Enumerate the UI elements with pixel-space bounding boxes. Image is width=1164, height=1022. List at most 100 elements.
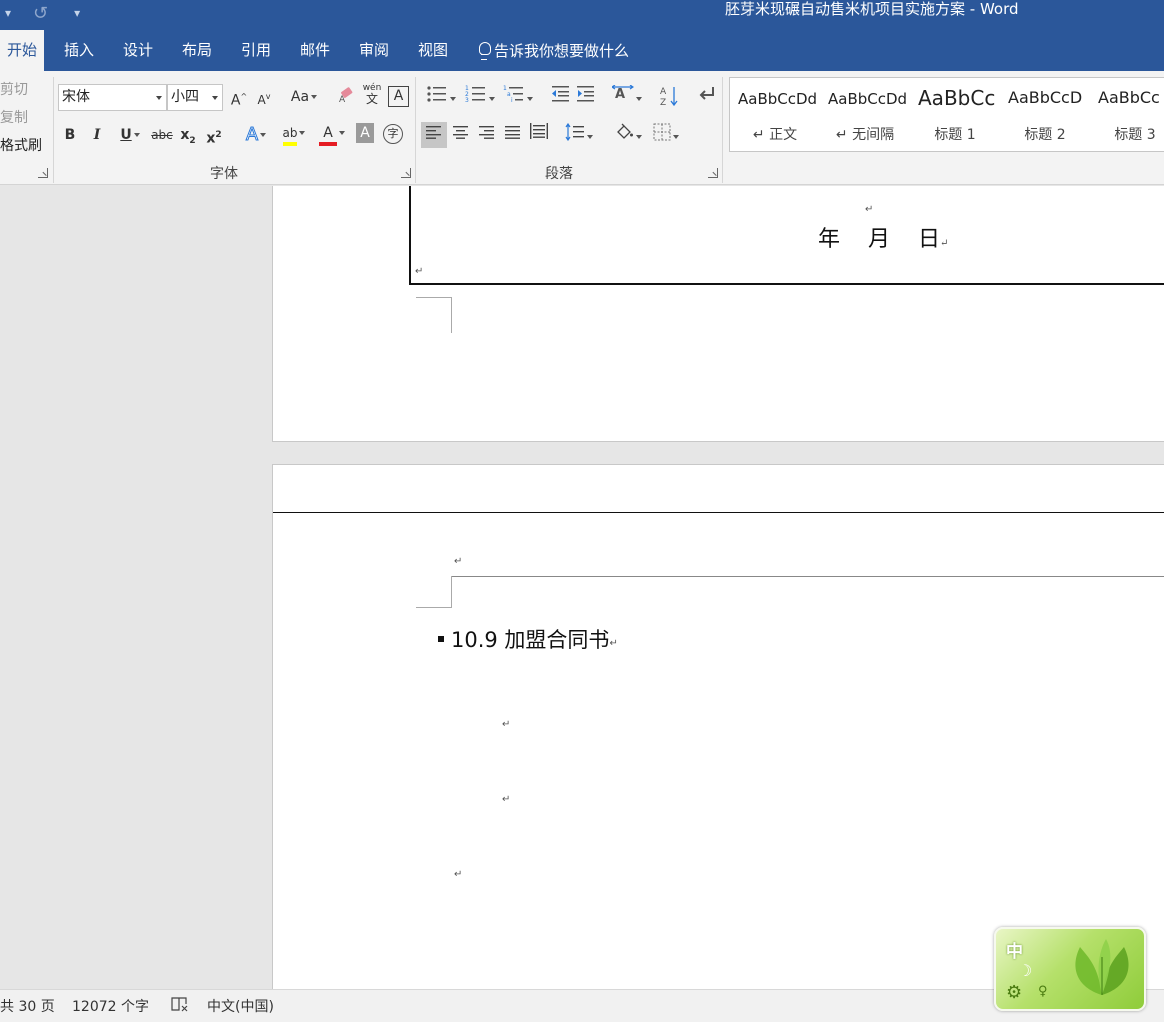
page[interactable] [272,464,1164,989]
heading-bullet [438,636,444,642]
style-heading-3[interactable]: AaBbCc 标题 3 [1090,78,1164,151]
paragraph-mark-icon [699,87,714,100]
borders-button[interactable] [648,123,684,147]
character-border-icon: A [393,88,404,104]
page-count[interactable]: 共 30 页 [0,996,55,1016]
paragraph-mark: ↵ [502,719,511,730]
superscript-button[interactable]: x2 [204,123,224,147]
paragraph-mark: ↵ [502,794,511,805]
undo-dropdown-icon[interactable]: ▾ [5,6,11,20]
asian-layout-button[interactable]: A [610,84,644,109]
line-spacing-button[interactable] [561,122,597,147]
tab-insert[interactable]: 插入 [64,30,94,71]
character-border-button[interactable]: A [388,86,409,107]
key-icon[interactable]: ♀ [1038,984,1048,999]
shading-button[interactable] [610,123,646,147]
subscript-mark: 2 [189,135,196,146]
chevron-down-icon [636,97,642,101]
ime-mode-label[interactable]: 中 [1006,937,1023,962]
bullets-icon [427,86,446,102]
line-spacing-icon [565,122,584,142]
align-right-button[interactable] [474,122,500,148]
decrease-indent-button[interactable] [548,85,572,109]
paint-bucket-icon [617,123,633,139]
tab-design[interactable]: 设计 [123,30,153,71]
paragraph-mark: ↵ [609,637,618,649]
shrink-font-button[interactable]: Av [254,85,274,109]
font-name-combo[interactable]: 宋体 [58,84,167,111]
tab-review[interactable]: 审阅 [359,30,389,71]
align-left-button[interactable] [421,122,447,148]
phonetic-guide-button[interactable]: wén 文 [361,83,383,107]
style-name: ↵ 正文 [752,127,798,143]
redo-icon[interactable]: ↺ [33,3,48,24]
grow-font-icon: A [230,92,241,109]
moon-icon[interactable]: ☽ [1018,961,1032,980]
paragraph-mark: ↵ [865,204,874,215]
bold-button[interactable]: B [60,123,80,147]
strikethrough-button[interactable]: abc [150,123,174,147]
tab-home[interactable]: 开始 [0,30,45,71]
document-background [0,186,272,989]
justify-button[interactable] [500,122,526,148]
word-count[interactable]: 12072 个字 [72,996,149,1016]
cut-button[interactable]: 剪切 [0,79,28,99]
underline-button[interactable]: U [112,123,148,147]
format-painter-button[interactable]: 格式刷 [0,135,42,155]
ime-toolbar[interactable]: 中 ☽ ⚙ ♀ [994,927,1146,1011]
italic-button[interactable]: I [87,123,107,147]
show-marks-button[interactable] [694,85,718,109]
tab-mailings[interactable]: 邮件 [300,30,330,71]
page[interactable]: ↵ [272,186,1164,442]
superscript-mark: 2 [215,130,222,140]
font-dialog-launcher-icon[interactable] [401,168,411,178]
clipboard-dialog-launcher-icon[interactable] [38,168,48,178]
highlight-button[interactable]: ab [276,121,312,146]
tab-references[interactable]: 引用 [241,30,271,71]
margin-corner [416,576,452,608]
borders-icon [653,123,671,141]
group-separator [53,77,54,183]
ribbon: 剪切 复制 格式刷 宋体 小四 A^ Av Aa A wén 文 A B I U… [0,71,1164,185]
svg-text:3: 3 [465,97,469,103]
style-no-spacing[interactable]: AaBbCcDd ↵ 无间隔 [820,78,910,151]
text-effects-button[interactable]: A [240,123,272,147]
language-indicator[interactable]: 中文(中国) [207,996,274,1016]
sort-button[interactable]: A Z [657,85,681,109]
tab-layout[interactable]: 布局 [182,30,212,71]
style-name: 标题 3 [1114,127,1156,143]
copy-button[interactable]: 复制 [0,107,28,127]
font-size-combo[interactable]: 小四 [167,84,223,111]
numbering-button[interactable]: 1 2 3 [462,85,498,109]
enclose-characters-button[interactable]: 字 [383,124,403,144]
highlight-icon: ab [282,124,298,146]
style-normal[interactable]: AaBbCcDd ↵ 正文 [730,78,820,151]
underline-icon: U [120,127,132,143]
align-center-button[interactable] [448,122,474,148]
grow-font-button[interactable]: A^ [229,85,249,109]
chevron-down-icon [450,97,456,101]
style-sample: AaBbCc [918,86,996,110]
proofing-icon[interactable] [171,996,189,1016]
change-case-button[interactable]: Aa [286,85,322,109]
bullets-button[interactable] [423,85,459,109]
distributed-button[interactable] [526,122,552,148]
font-color-button[interactable]: A [315,121,349,146]
lightbulb-icon [478,42,491,60]
chevron-down-icon [311,95,318,99]
clear-formatting-button[interactable]: A [337,85,359,109]
chevron-down-icon [260,133,267,137]
multilevel-list-button[interactable]: 1 a i [500,85,536,109]
paragraph-mark: ↵ [454,869,463,880]
tell-me-box[interactable]: 告诉我你想要做什么 [478,30,629,71]
style-heading-2[interactable]: AaBbCcD 标题 2 [1000,78,1090,151]
subscript-button[interactable]: x2 [178,123,198,147]
character-shading-button[interactable]: A [356,123,374,143]
style-heading-1[interactable]: AaBbCc 标题 1 [910,78,1000,151]
customize-qat-icon[interactable]: ▾ [74,6,80,20]
increase-indent-button[interactable] [574,85,598,109]
gear-icon[interactable]: ⚙ [1006,982,1022,1003]
tab-view[interactable]: 视图 [418,30,448,71]
paragraph-dialog-launcher-icon[interactable] [708,168,718,178]
svg-text:A: A [615,87,625,102]
